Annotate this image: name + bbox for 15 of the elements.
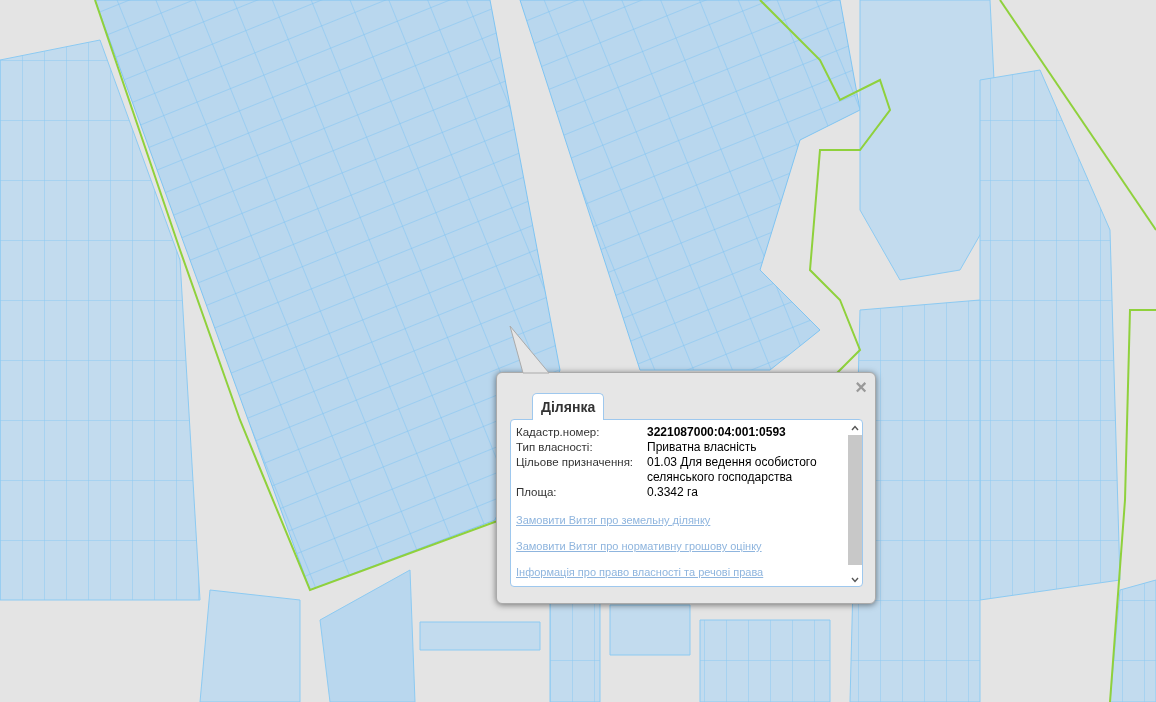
info-link[interactable]: Замовити Витяг про земельну ділянку: [516, 514, 844, 526]
field-value: Приватна власність: [647, 440, 758, 455]
scroll-up-icon[interactable]: [851, 425, 859, 431]
scroll-down-icon[interactable]: [851, 577, 859, 583]
field-value: 0.3342 га: [647, 485, 699, 500]
field-label: Кадастр.номер:: [516, 425, 601, 440]
field-value: 01.03 Для ведення особистого селянського господарства: [647, 455, 818, 485]
field-label: Тип власності:: [516, 440, 594, 455]
parcel-tab[interactable]: Ділянка: [532, 393, 605, 420]
info-link[interactable]: Замовити Витяг про нормативну грошову оцінку: [516, 540, 844, 552]
field-value: 3221087000:04:001:0593: [647, 425, 787, 440]
info-link[interactable]: Інформація про право власності та речові права: [516, 566, 844, 578]
field-label: Цільове призначення:: [516, 455, 635, 470]
close-button[interactable]: ×: [855, 377, 867, 397]
field-label: Площа:: [516, 485, 558, 500]
